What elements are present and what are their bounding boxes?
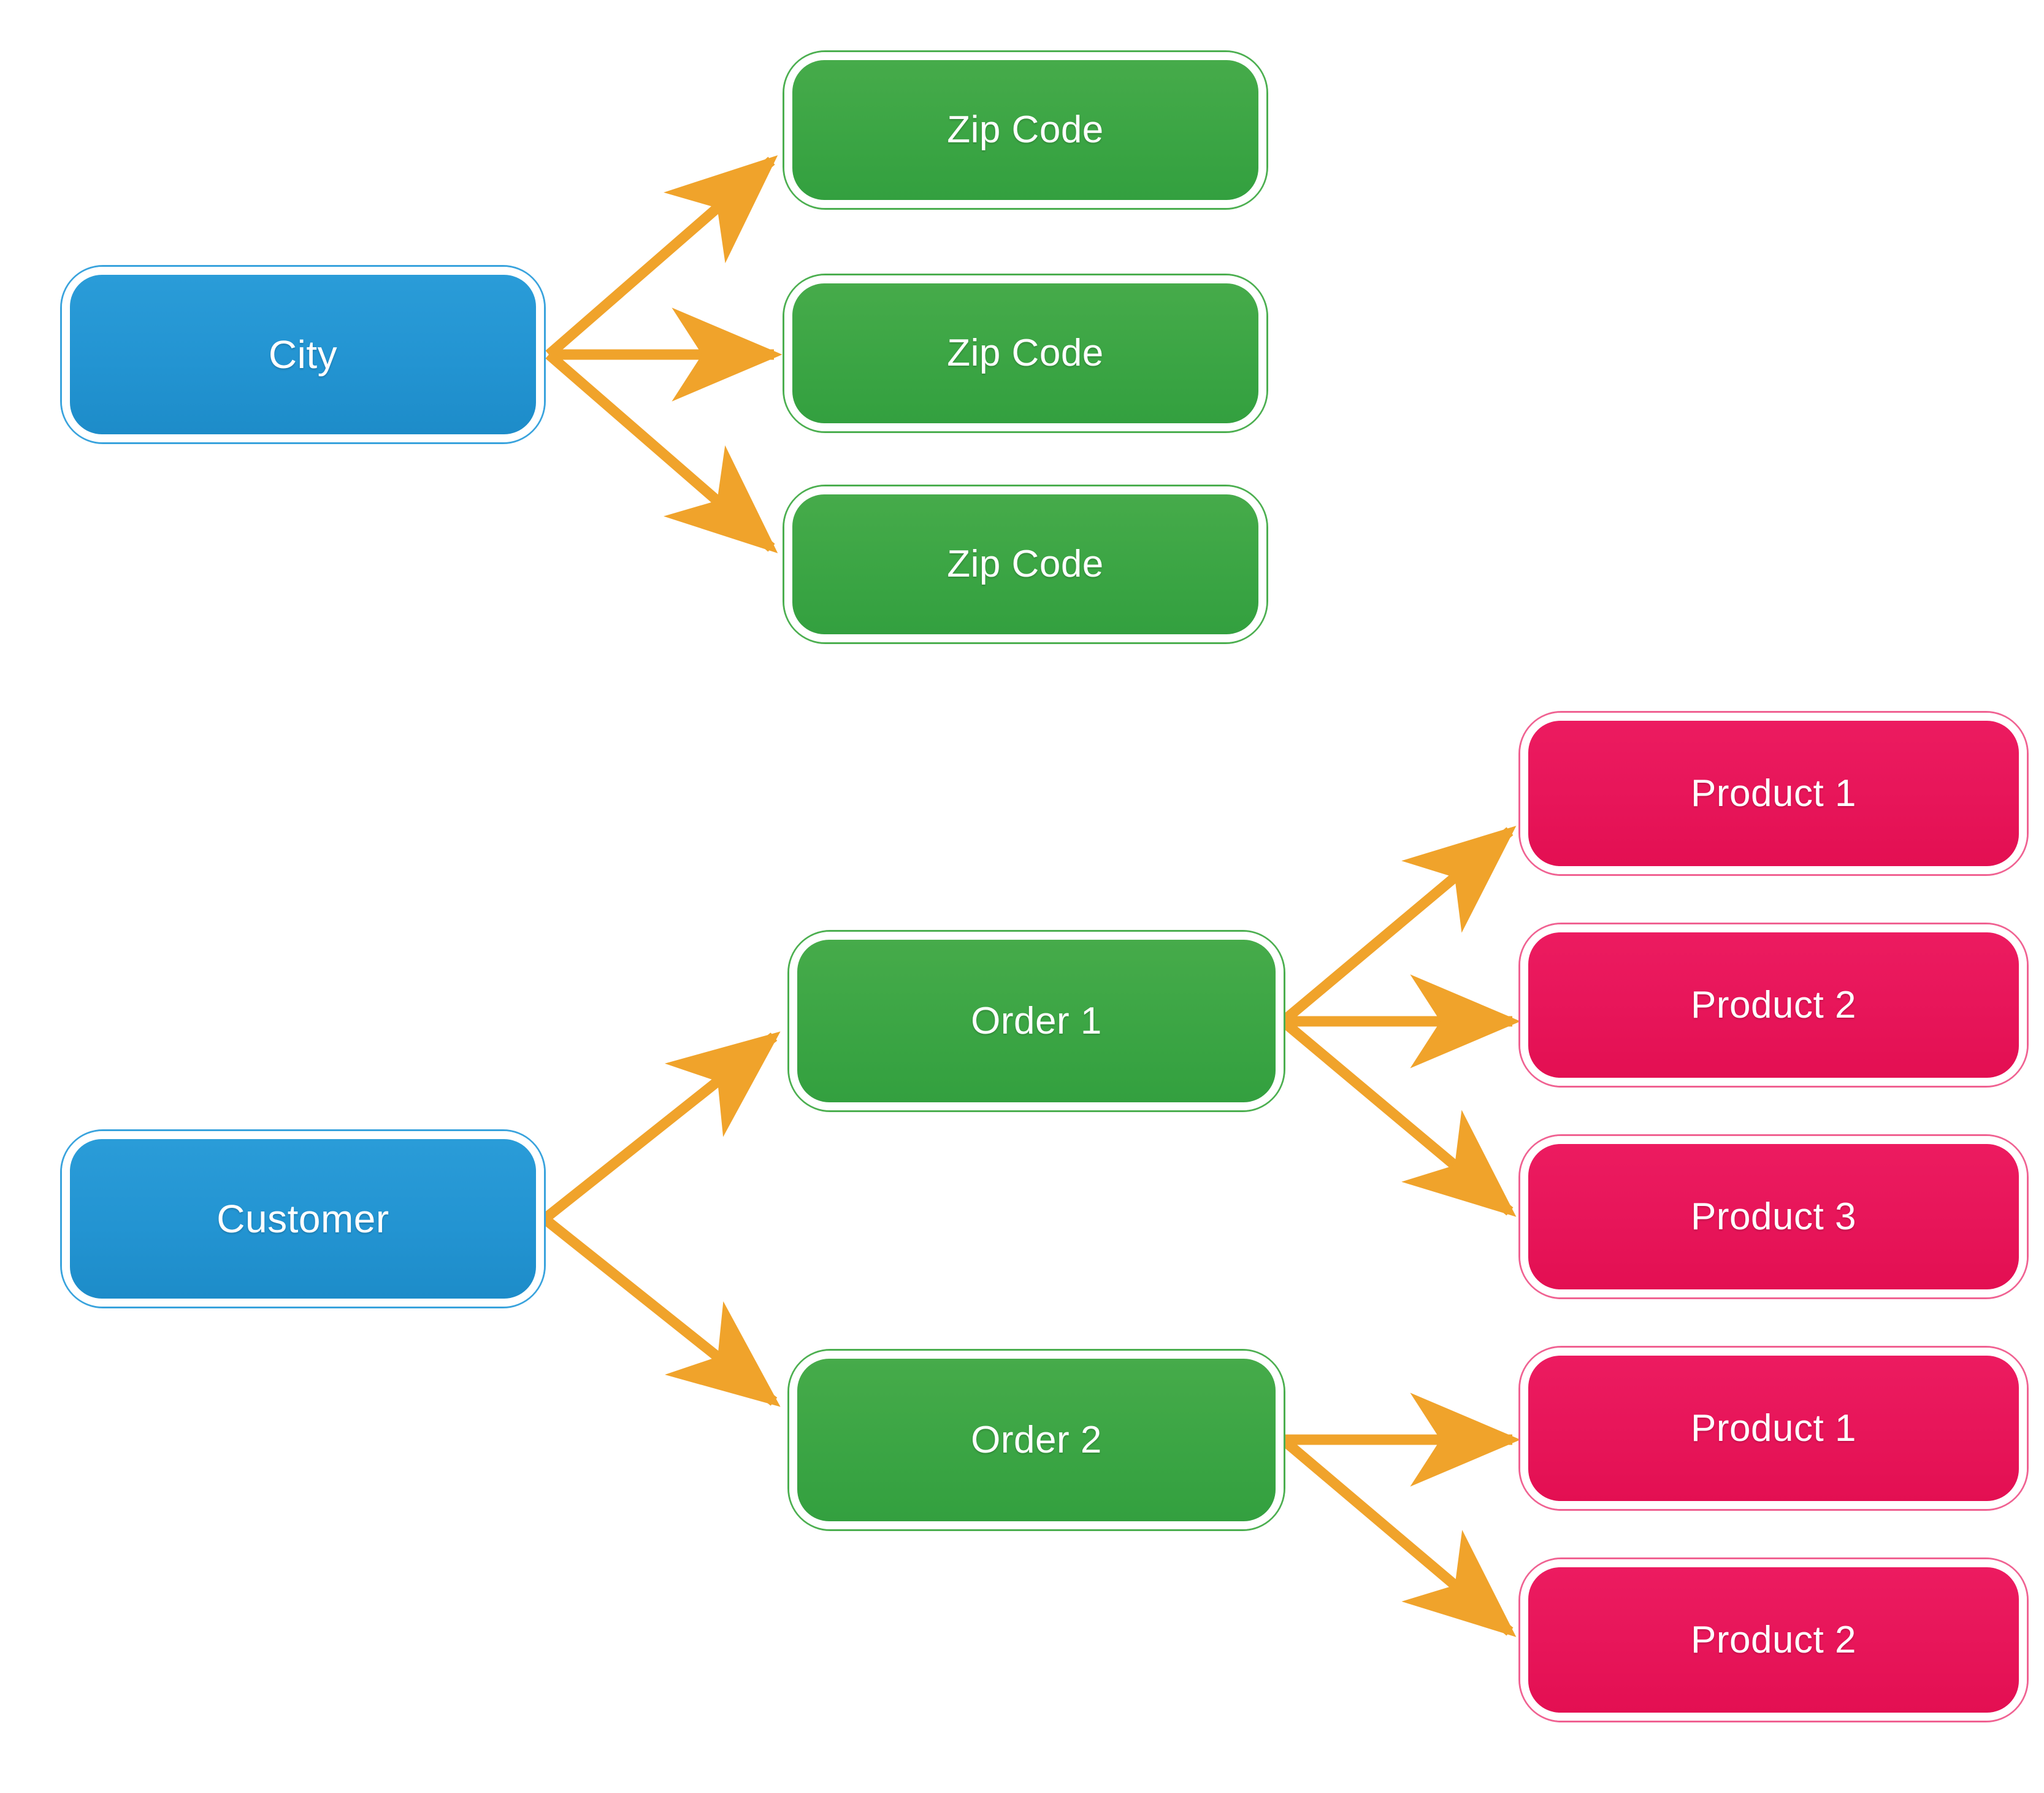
node-city[interactable]: City bbox=[60, 265, 546, 444]
connector-layer bbox=[541, 155, 1521, 1637]
node-label: Order 2 bbox=[971, 1418, 1102, 1461]
node-label: Order 1 bbox=[971, 999, 1102, 1042]
connector-city-zip3 bbox=[545, 350, 778, 553]
node-label: Product 2 bbox=[1691, 1618, 1856, 1661]
node-order1-product-2[interactable]: Product 2 bbox=[1518, 923, 2029, 1088]
node-customer[interactable]: Customer bbox=[60, 1129, 546, 1308]
node-order-1[interactable]: Order 1 bbox=[787, 930, 1285, 1112]
node-label: Zip Code bbox=[947, 332, 1104, 374]
node-zip-code-1[interactable]: Zip Code bbox=[783, 50, 1268, 210]
node-label: Product 1 bbox=[1691, 772, 1856, 815]
node-order1-product-3[interactable]: Product 3 bbox=[1518, 1134, 2029, 1299]
node-label: Customer bbox=[216, 1197, 389, 1241]
node-order2-product-1[interactable]: Product 1 bbox=[1518, 1346, 2029, 1511]
connector-order1-product3 bbox=[1279, 1017, 1517, 1217]
node-order1-product-1[interactable]: Product 1 bbox=[1518, 711, 2029, 876]
node-order2-product-2[interactable]: Product 2 bbox=[1518, 1557, 2029, 1722]
node-label: Zip Code bbox=[947, 543, 1104, 585]
node-label: City bbox=[268, 332, 338, 377]
connector-order2-product2 bbox=[1279, 1435, 1517, 1637]
node-label: Product 2 bbox=[1691, 983, 1856, 1026]
node-label: Product 1 bbox=[1691, 1407, 1856, 1449]
node-label: Zip Code bbox=[947, 109, 1104, 151]
node-order-2[interactable]: Order 2 bbox=[787, 1349, 1285, 1531]
node-label: Product 3 bbox=[1691, 1195, 1856, 1238]
connector-customer-order2 bbox=[541, 1215, 781, 1407]
diagram-canvas: City Customer Zip Code Zip Code Zip Code… bbox=[0, 0, 2044, 1793]
connector-city-zip1 bbox=[545, 155, 778, 359]
connector-customer-order1 bbox=[541, 1031, 781, 1223]
node-zip-code-3[interactable]: Zip Code bbox=[783, 485, 1268, 644]
node-zip-code-2[interactable]: Zip Code bbox=[783, 274, 1268, 433]
connector-order1-product1 bbox=[1279, 826, 1517, 1026]
